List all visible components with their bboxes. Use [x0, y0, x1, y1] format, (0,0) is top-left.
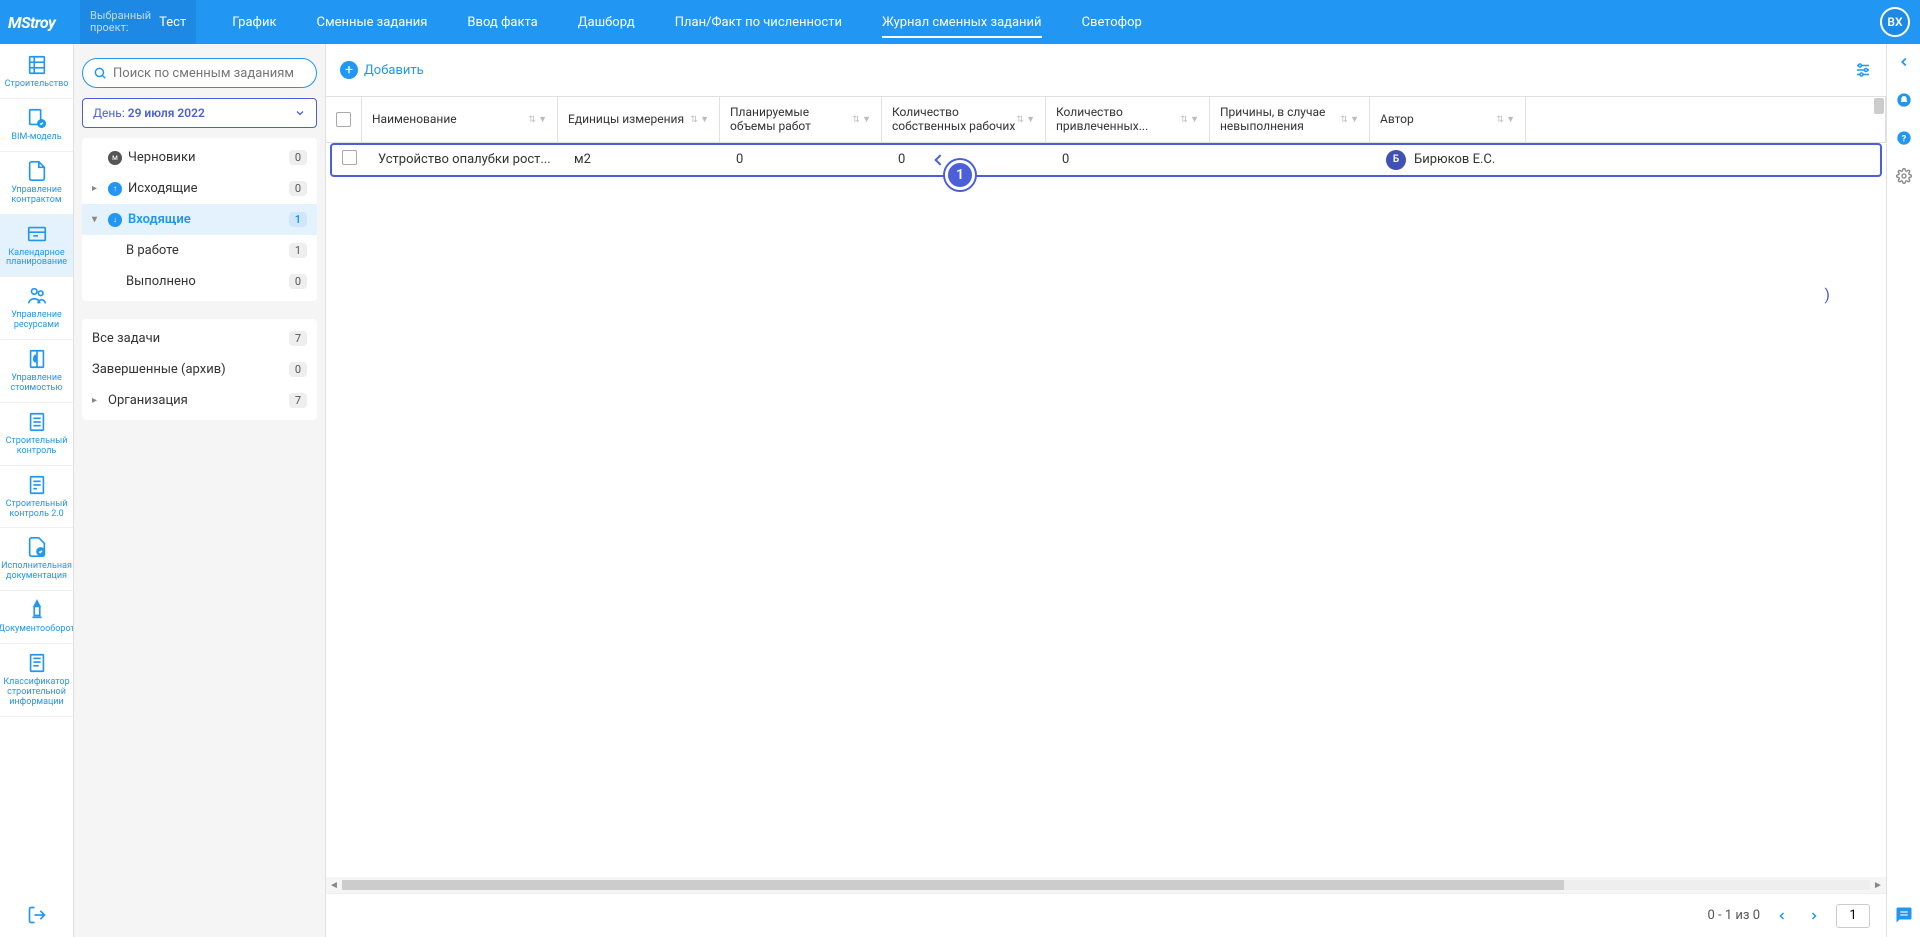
top-bar: MStroy Выбранный проект: Тест ГрафикСмен… — [0, 0, 1920, 44]
tour-connector: ) — [1824, 285, 1830, 304]
logo: MStroy — [0, 13, 80, 32]
help-button[interactable]: ? — [1894, 128, 1914, 148]
cell-name: Устройство опалубки рост... — [368, 146, 564, 173]
cell-author: ББирюков Е.С. — [1376, 144, 1532, 176]
column-header[interactable]: Наименование⇅ ▼ — [362, 97, 558, 142]
cell-unit: м2 — [564, 146, 726, 173]
column-header[interactable]: Планируемые объемы работ⇅ ▼ — [720, 97, 882, 142]
cell-attracted: 0 — [1052, 146, 1216, 173]
filter-tree: Все задачи7Завершенные (архив)0▸Организа… — [82, 319, 317, 420]
pager-prev[interactable] — [1772, 906, 1792, 926]
side-panel: День: 29 июля 2022 мЧерновики0▸↑Исходящи… — [74, 44, 326, 937]
rail-item[interactable]: Управление контрактом — [0, 152, 74, 215]
column-header[interactable]: Количество собственных рабочих⇅ ▼ — [882, 97, 1046, 142]
top-tab[interactable]: Светофор — [1066, 0, 1158, 44]
rail-item[interactable]: $Управление стоимостью — [0, 340, 74, 403]
page-input[interactable] — [1836, 904, 1870, 928]
author-avatar: Б — [1386, 150, 1406, 170]
scroll-left-arrow[interactable]: ◄ — [326, 880, 342, 891]
column-header[interactable]: Единицы измерения⇅ ▼ — [558, 97, 720, 142]
column-header[interactable]: Автор⇅ ▼ — [1370, 97, 1526, 142]
tree-item[interactable]: ▸↑Исходящие0 — [82, 173, 317, 204]
add-button[interactable]: + Добавить — [340, 61, 424, 79]
top-tab[interactable]: График — [216, 0, 292, 44]
top-tab[interactable]: Ввод факта — [451, 0, 553, 44]
pager-summary: 0 - 1 из 0 — [1707, 908, 1760, 923]
rail-item[interactable]: Строительный контроль — [0, 403, 74, 466]
header-checkbox[interactable] — [326, 97, 362, 142]
rail-item[interactable]: BIM-модель — [0, 99, 74, 152]
plus-icon: + — [340, 61, 358, 79]
main-content: + Добавить Наименование⇅ ▼ Единицы измер… — [326, 44, 1886, 937]
tree-item[interactable]: В работе1 — [82, 235, 317, 266]
column-header[interactable]: Причины, в случае невыполнения⇅ ▼ — [1210, 97, 1370, 142]
collapse-panel-button[interactable] — [1894, 52, 1914, 72]
project-label: Выбранный проект: — [90, 10, 151, 34]
top-tab[interactable]: Сменные задания — [300, 0, 443, 44]
rail-item[interactable]: Строительство — [0, 48, 74, 99]
column-header[interactable]: Количество привлеченных...⇅ ▼ — [1046, 97, 1210, 142]
cell-reason — [1216, 154, 1376, 166]
left-rail: СтроительствоBIM-модельУправление контра… — [0, 44, 74, 937]
toolbar: + Добавить — [326, 44, 1886, 96]
rail-item[interactable]: Управление ресурсами — [0, 277, 74, 340]
data-grid: Наименование⇅ ▼ Единицы измерения⇅ ▼ Пла… — [326, 96, 1886, 937]
svg-text:?: ? — [1901, 133, 1906, 144]
top-tabs: ГрафикСменные заданияВвод фактаДашбордПл… — [216, 0, 1158, 44]
scroll-right-arrow[interactable]: ► — [1870, 880, 1886, 891]
folder-tree: мЧерновики0▸↑Исходящие0▾↓Входящие1В рабо… — [82, 138, 317, 301]
project-selector[interactable]: Выбранный проект: Тест — [80, 0, 196, 44]
cell-plan: 0 — [726, 146, 888, 173]
vertical-scrollbar[interactable] — [1874, 98, 1884, 114]
tree-item[interactable]: Все задачи7 — [82, 323, 317, 354]
chevron-down-icon — [294, 107, 306, 119]
grid-header: Наименование⇅ ▼ Единицы измерения⇅ ▼ Пла… — [326, 96, 1886, 143]
svg-text:$: $ — [33, 355, 37, 363]
pager-next[interactable] — [1804, 906, 1824, 926]
pager: 0 - 1 из 0 — [326, 893, 1886, 937]
rail-item[interactable]: Классификатор строительной информации — [0, 644, 74, 717]
chat-button[interactable] — [1894, 905, 1914, 925]
project-name: Тест — [159, 15, 186, 30]
tree-item[interactable]: ▾↓Входящие1 — [82, 204, 317, 235]
filter-settings-button[interactable] — [1854, 61, 1872, 79]
search-icon — [93, 66, 107, 80]
rail-item[interactable]: Документооборот — [0, 591, 74, 644]
tree-item[interactable]: мЧерновики0 — [82, 142, 317, 173]
grid-body: Устройство опалубки рост...м2000ББирюков… — [326, 143, 1886, 877]
top-tab[interactable]: Журнал сменных заданий — [866, 0, 1058, 44]
notifications-button[interactable] — [1894, 90, 1914, 110]
rail-item[interactable]: Календарное планирование — [0, 215, 74, 278]
date-selector[interactable]: День: 29 июля 2022 — [82, 98, 317, 128]
horizontal-scrollbar[interactable]: ◄ ► — [326, 877, 1886, 893]
tree-item[interactable]: Выполнено0 — [82, 266, 317, 297]
tour-step-badge: 1 — [945, 160, 975, 190]
tree-item[interactable]: Завершенные (архив)0 — [82, 354, 317, 385]
right-rail: ? — [1886, 44, 1920, 937]
tree-item[interactable]: ▸Организация7 — [82, 385, 317, 416]
rail-item[interactable]: Строительный контроль 2.0 — [0, 466, 74, 529]
rail-item[interactable]: Исполнительная документация — [0, 528, 74, 591]
row-checkbox[interactable] — [342, 150, 357, 165]
table-row[interactable]: Устройство опалубки рост...м2000ББирюков… — [330, 143, 1882, 177]
search-input[interactable] — [113, 66, 306, 81]
settings-button[interactable] — [1894, 166, 1914, 186]
logout-button[interactable] — [15, 893, 59, 937]
user-avatar[interactable]: ВХ — [1880, 7, 1910, 37]
top-tab[interactable]: Дашборд — [562, 0, 651, 44]
top-tab[interactable]: План/Факт по численности — [659, 0, 858, 44]
search-box[interactable] — [82, 58, 317, 88]
